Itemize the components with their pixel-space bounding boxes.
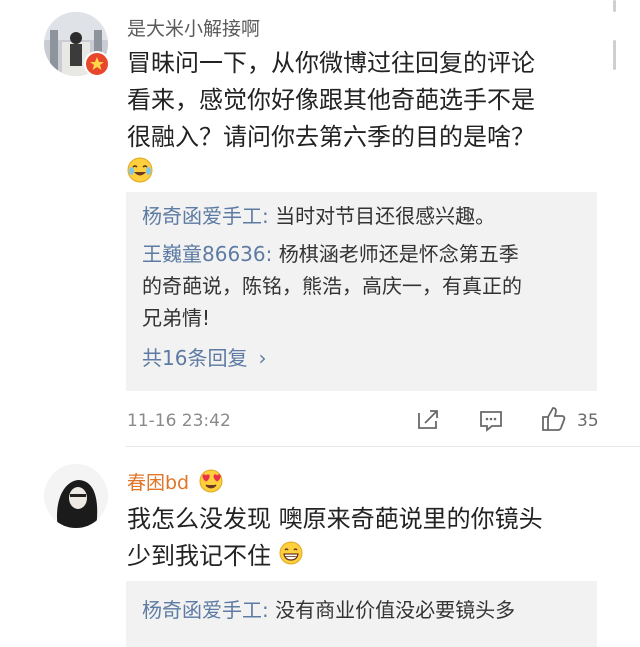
thumbs-up-icon [542,407,566,431]
grinning-emoji-icon [279,539,303,576]
comment-content: 我怎么没发现 噢原来奇葩说里的你镜头 少到我记不住 [127,501,607,576]
reply-username[interactable]: 杨奇函爱手工: [142,204,269,228]
more-options-icon[interactable] [610,0,616,75]
reply-text: 没有商业价值没必要镜头多 [268,598,516,622]
avatar[interactable] [44,464,108,528]
reply-username[interactable]: 王巍童86636: [142,242,272,266]
share-icon [418,410,438,429]
reply-item: 杨奇函爱手工: 没有商业价值没必要镜头多 [142,594,581,626]
more-replies-label[interactable]: 共16条回复 [142,346,247,370]
heart-eyes-emoji-icon [199,469,223,498]
comment-2: 春困bd 我怎么没发现 噢原来奇葩说里的你镜头 少到我记不住 杨奇函爱手工: 没… [0,447,640,647]
chevron-right-icon[interactable]: › [259,346,267,370]
more-replies-link[interactable]: 共16条回复 › [142,342,581,371]
reply-username[interactable]: 杨奇函爱手工: [142,598,269,622]
reply-text-cont: 兄弟情! [142,306,211,330]
like-button[interactable] [540,405,568,437]
comment-content: 冒昧问一下，从你微博过往回复的评论 看来，感觉你好像跟其他奇葩选手不是 很融入？… [127,45,597,193]
comment-button[interactable] [478,407,504,437]
laughing-crying-emoji-icon [127,157,153,194]
reply-text: 当时对节目还很感兴趣。 [268,204,496,228]
avatar-image [44,464,108,528]
like-count: 35 [577,411,599,431]
reply-item: 王巍童86636: 杨棋涵老师还是怀念第五季 [142,238,581,270]
reply-text: 杨棋涵老师还是怀念第五季 [272,242,519,266]
comment-username[interactable]: 春困bd [127,468,223,498]
reply-item: 杨奇函爱手工: 当时对节目还很感兴趣。 [142,200,581,232]
reply-box[interactable]: 杨奇函爱手工: 没有商业价值没必要镜头多 [126,581,597,647]
comment-timestamp: 11-16 23:42 [127,411,231,431]
comment-username[interactable]: 是大米小解接啊 [127,14,260,41]
reply-text-cont: 的奇葩说，陈铭，熊浩，高庆一，有真正的 [142,274,522,298]
comment-icon [480,411,502,432]
reply-box[interactable]: 杨奇函爱手工: 当时对节目还很感兴趣。 王巍童86636: 杨棋涵老师还是怀念第… [126,192,597,391]
share-button[interactable] [415,407,441,437]
user-badge-icon [84,51,110,77]
comment-1: 是大米小解接啊 冒昧问一下，从你微博过往回复的评论 看来，感觉你好像跟其他奇葩选… [0,0,640,445]
